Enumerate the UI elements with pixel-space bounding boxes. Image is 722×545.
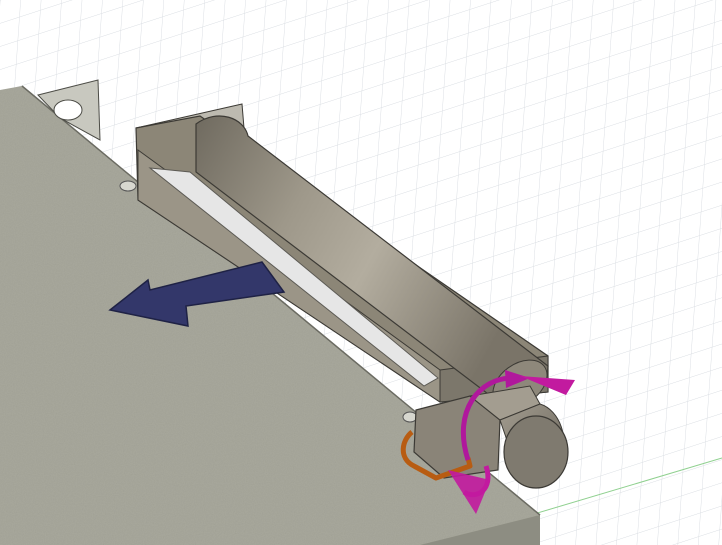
cad-3d-viewport[interactable] bbox=[0, 0, 722, 545]
scene-canvas[interactable] bbox=[0, 0, 722, 545]
screw-head bbox=[119, 180, 137, 192]
bracket-hole bbox=[53, 99, 83, 121]
motor-end-cap bbox=[503, 415, 569, 489]
